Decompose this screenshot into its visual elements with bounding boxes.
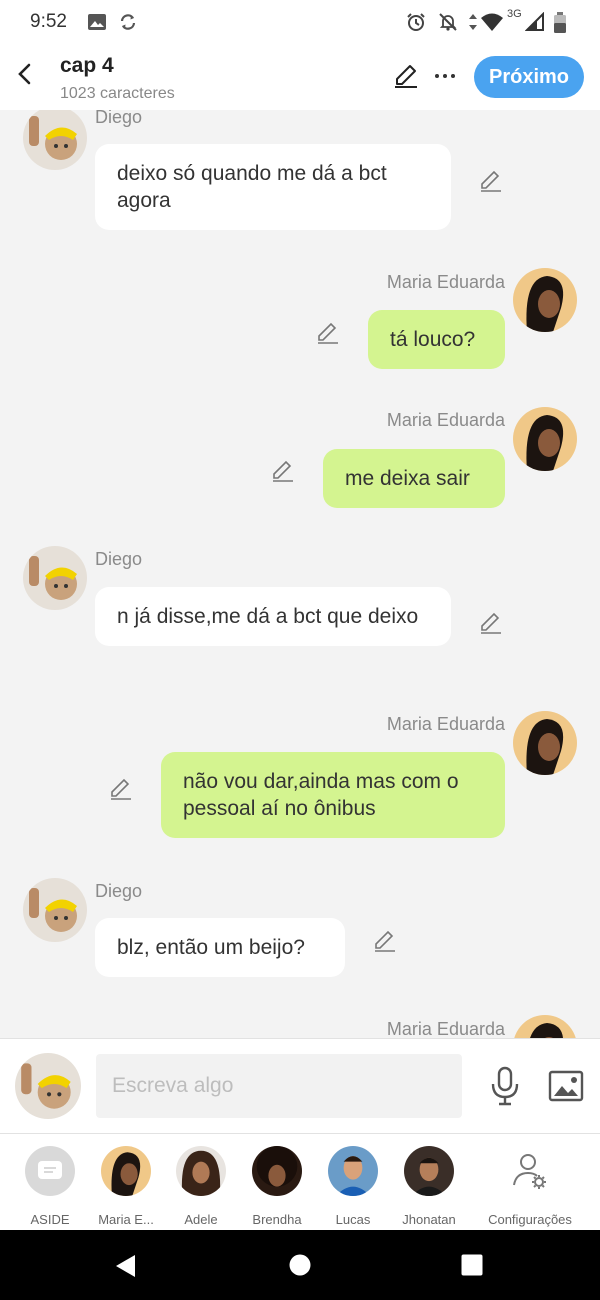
edit-message-button[interactable] xyxy=(270,458,296,484)
edit-message-button[interactable] xyxy=(108,776,134,802)
avatar-maria-eduarda[interactable] xyxy=(513,711,577,775)
pencil-icon xyxy=(478,170,504,198)
pencil-icon xyxy=(392,65,420,94)
message-bubble[interactable]: não vou dar,ainda mas com o pessoal aí n… xyxy=(161,752,505,838)
image-icon xyxy=(548,1070,584,1107)
avatar-maria-eduarda[interactable] xyxy=(513,407,577,471)
nav-home-button[interactable] xyxy=(289,1254,311,1281)
avatar-maria-eduarda[interactable] xyxy=(513,268,577,332)
sender-name: Maria Eduarda xyxy=(386,714,505,734)
notifications-off-icon xyxy=(438,12,458,32)
avatar xyxy=(176,1146,226,1196)
image-icon xyxy=(87,12,107,32)
avatar-maria-eduarda[interactable] xyxy=(513,1015,577,1038)
nav-back-button[interactable] xyxy=(114,1254,138,1283)
sender-name: Diego xyxy=(95,110,143,127)
wifi-icon xyxy=(480,12,504,32)
edit-message-button[interactable] xyxy=(478,168,504,194)
current-speaker-avatar[interactable] xyxy=(15,1053,81,1119)
avatar-diego[interactable] xyxy=(23,110,87,170)
character-label: Jhonatan xyxy=(402,1212,456,1227)
triangle-back-icon xyxy=(116,1255,135,1277)
square-recents-icon xyxy=(461,1254,483,1276)
sender-name: Diego xyxy=(95,549,143,569)
edit-message-button[interactable] xyxy=(478,610,504,636)
sender-name: Diego xyxy=(95,881,143,901)
sync-icon xyxy=(118,12,138,32)
avatar xyxy=(101,1146,151,1196)
character-label: Configurações xyxy=(488,1212,572,1227)
character-count: 1023 caracteres xyxy=(60,85,175,102)
system-navigation-bar xyxy=(0,1230,600,1300)
avatar xyxy=(404,1146,454,1196)
character-adele[interactable]: Adele xyxy=(163,1144,239,1228)
edit-message-button[interactable] xyxy=(315,320,341,346)
composer xyxy=(0,1038,600,1134)
app-header: cap 4 1023 caracteres Próximo xyxy=(0,44,600,110)
status-bar: 9:52 3G xyxy=(0,0,600,44)
avatar-diego[interactable] xyxy=(23,878,87,942)
add-image-button[interactable] xyxy=(548,1069,584,1103)
sender-name: Maria Eduarda xyxy=(386,410,505,430)
chat-thread[interactable]: Diego deixo só quando me dá a bct agora … xyxy=(0,110,600,1038)
more-horizontal-icon xyxy=(432,70,458,95)
pencil-icon xyxy=(270,460,296,488)
pencil-icon xyxy=(478,612,504,640)
edit-message-button[interactable] xyxy=(372,928,398,954)
status-time: 9:52 xyxy=(30,11,67,32)
message-input[interactable] xyxy=(96,1054,462,1118)
cell-signal-icon xyxy=(524,11,545,32)
avatar-diego[interactable] xyxy=(23,546,87,610)
alarm-icon xyxy=(406,12,426,32)
network-type-label: 3G xyxy=(507,8,522,20)
chevron-left-icon xyxy=(15,62,33,91)
message-bubble[interactable]: deixo só quando me dá a bct agora xyxy=(95,144,451,230)
sender-name: Maria Eduarda xyxy=(386,1019,505,1038)
character-aside[interactable]: ASIDE xyxy=(12,1144,88,1228)
message-bubble[interactable]: blz, então um beijo? xyxy=(95,918,345,977)
microphone-icon xyxy=(488,1066,522,1110)
character-lucas[interactable]: Lucas xyxy=(315,1144,391,1228)
user-settings-icon xyxy=(505,1146,555,1196)
data-arrows-icon xyxy=(467,12,479,32)
more-options-button[interactable] xyxy=(432,62,458,90)
avatar xyxy=(328,1146,378,1196)
back-button[interactable] xyxy=(10,58,38,94)
microphone-button[interactable] xyxy=(488,1066,522,1106)
chapter-title: cap 4 xyxy=(60,54,114,77)
circle-home-icon xyxy=(289,1254,311,1276)
character-brendha[interactable]: Brendha xyxy=(239,1144,315,1228)
edit-chapter-button[interactable] xyxy=(392,62,420,90)
sender-name: Maria Eduarda xyxy=(386,272,505,292)
pencil-icon xyxy=(372,930,398,958)
settings-button[interactable]: Configurações xyxy=(488,1144,572,1228)
message-bubble[interactable]: n já disse,me dá a bct que deixo xyxy=(95,587,451,646)
character-jhonatan[interactable]: Jhonatan xyxy=(391,1144,467,1228)
character-bar: ASIDE Maria E... Adele Brendha Lucas Jho… xyxy=(0,1134,600,1230)
avatar xyxy=(252,1146,302,1196)
pencil-icon xyxy=(315,322,341,350)
nav-recents-button[interactable] xyxy=(461,1254,483,1281)
battery-icon xyxy=(553,12,567,33)
aside-icon xyxy=(25,1146,75,1196)
next-button[interactable]: Próximo xyxy=(474,56,584,98)
message-bubble[interactable]: tá louco? xyxy=(368,310,505,369)
pencil-icon xyxy=(108,778,134,806)
message-bubble[interactable]: me deixa sair xyxy=(323,449,505,508)
